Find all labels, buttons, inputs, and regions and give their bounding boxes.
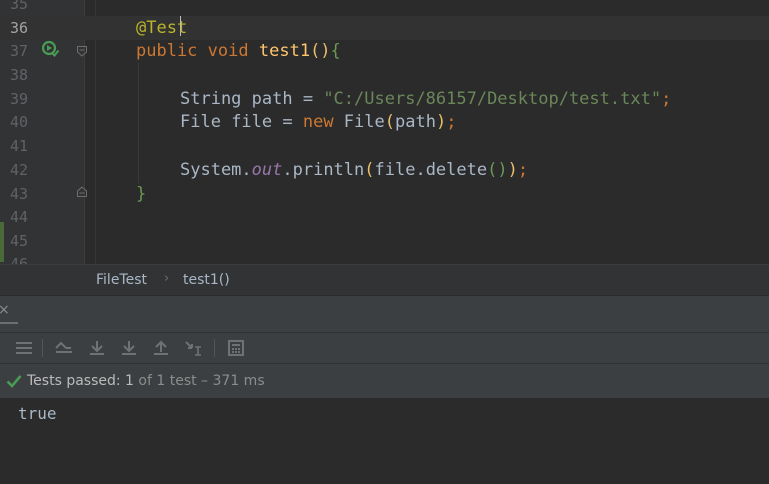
left-edge-strip [0,222,4,262]
line-number: 35 [10,0,29,13]
text-caret [180,16,181,36]
code-line[interactable]: 42 System.out.println(file.delete()); [0,158,769,182]
code-line[interactable]: 38 [0,63,769,87]
code-line[interactable]: 40 File file = new File(path); [0,110,769,134]
type-file: File [180,112,221,132]
breadcrumb: FileTest › test1() [0,264,769,295]
path-string-literal: "C:/Users/86157/Desktop/test.txt" [323,89,662,109]
line-number: 46 [10,255,29,264]
delete-call: file.delete [374,160,488,180]
call-paren-close: ) [507,160,518,180]
method-parens: () [310,41,331,61]
line-number: 41 [10,137,29,155]
code-editor[interactable]: 35 36 @Test 37 public void test1(){ 38 3… [0,0,769,264]
ctor-paren-close: ) [435,112,447,132]
call-paren-open: ( [364,160,375,180]
file-constructor: File [333,112,385,132]
ide-window: 35 36 @Test 37 public void test1(){ 38 3… [0,0,769,484]
keyword-public: public [136,41,198,61]
keyword-new: new [302,112,334,132]
path-declaration[interactable]: String path = "C:/Users/86157/Desktop/te… [180,87,671,111]
method-brace-close: } [136,184,147,204]
test-status-bar: Tests passed: 1 of 1 test – 371 ms [0,364,769,398]
method-brace-open: { [330,41,341,61]
export-down-icon[interactable] [119,338,139,358]
method-declaration[interactable]: public void test1(){ [136,39,341,63]
file-declaration[interactable]: File file = new File(path); [180,110,456,134]
console-output-area[interactable]: true [0,398,769,484]
fold-end-icon[interactable] [76,186,88,198]
inner-parens: () [487,160,508,180]
code-line[interactable]: 35 [0,0,769,16]
check-icon [6,375,22,388]
semicolon: ; [446,112,457,132]
fold-start-icon[interactable] [76,45,88,57]
code-line[interactable]: 39 String path = "C:/Users/86157/Desktop… [0,87,769,111]
close-icon[interactable]: × [0,302,10,318]
line-number: 43 [10,185,29,203]
println-call: .println [282,160,365,180]
line-number: 36 [10,19,29,37]
code-line[interactable]: 37 public void test1(){ [0,39,769,63]
keyword-void: void [207,41,249,61]
run-tool-window: × Tests passed: 1 of 1 test – 371 ms tru… [0,295,769,484]
list-icon[interactable] [14,338,34,358]
calculator-icon[interactable] [226,338,246,358]
panel-tab-mark [0,322,18,324]
semicolon: ; [661,89,672,109]
println-statement[interactable]: System.out.println(file.delete()); [180,158,528,182]
code-line[interactable]: 45 [0,229,769,253]
console-output-text: true [18,404,57,423]
test-status-text: Tests passed: 1 of 1 test – 371 ms [27,364,265,398]
code-line-current[interactable]: 36 @Test [0,16,769,40]
status-passed-count: 1 [125,373,134,389]
code-line[interactable]: 43 } [0,182,769,206]
out-field: out [251,160,283,180]
toolbar-separator [214,339,215,357]
import-icon[interactable] [87,338,107,358]
export-up-icon[interactable] [151,338,171,358]
line-number: 45 [10,232,29,250]
code-line[interactable]: 44 [0,205,769,229]
method-name: test1 [258,41,311,61]
file-var: file = [220,112,303,132]
path-var: path = [241,89,324,109]
system-class: System. [180,160,252,180]
line-number: 39 [10,90,29,108]
breadcrumb-separator: › [164,271,170,286]
ctor-paren-open: ( [384,112,395,132]
line-number: 37 [10,42,29,60]
test-toolbar [0,332,769,364]
status-label: Tests passed: [27,373,126,389]
breadcrumb-method[interactable]: test1() [183,272,230,288]
status-detail: of 1 test – 371 ms [133,373,265,389]
filter-icon[interactable] [184,338,204,358]
toolbar-separator [42,339,43,357]
line-number: 42 [10,161,29,179]
code-line[interactable]: 46 [0,252,769,264]
code-line[interactable]: 41 [0,134,769,158]
run-test-icon[interactable] [42,40,60,58]
sort-icon[interactable] [54,338,74,358]
ctor-arg: path [395,112,436,132]
line-number: 38 [10,66,29,84]
line-number: 40 [10,113,29,131]
breadcrumb-class[interactable]: FileTest [96,272,147,288]
semicolon: ; [517,160,529,180]
type-string: String [180,89,242,109]
line-number: 44 [10,208,29,226]
